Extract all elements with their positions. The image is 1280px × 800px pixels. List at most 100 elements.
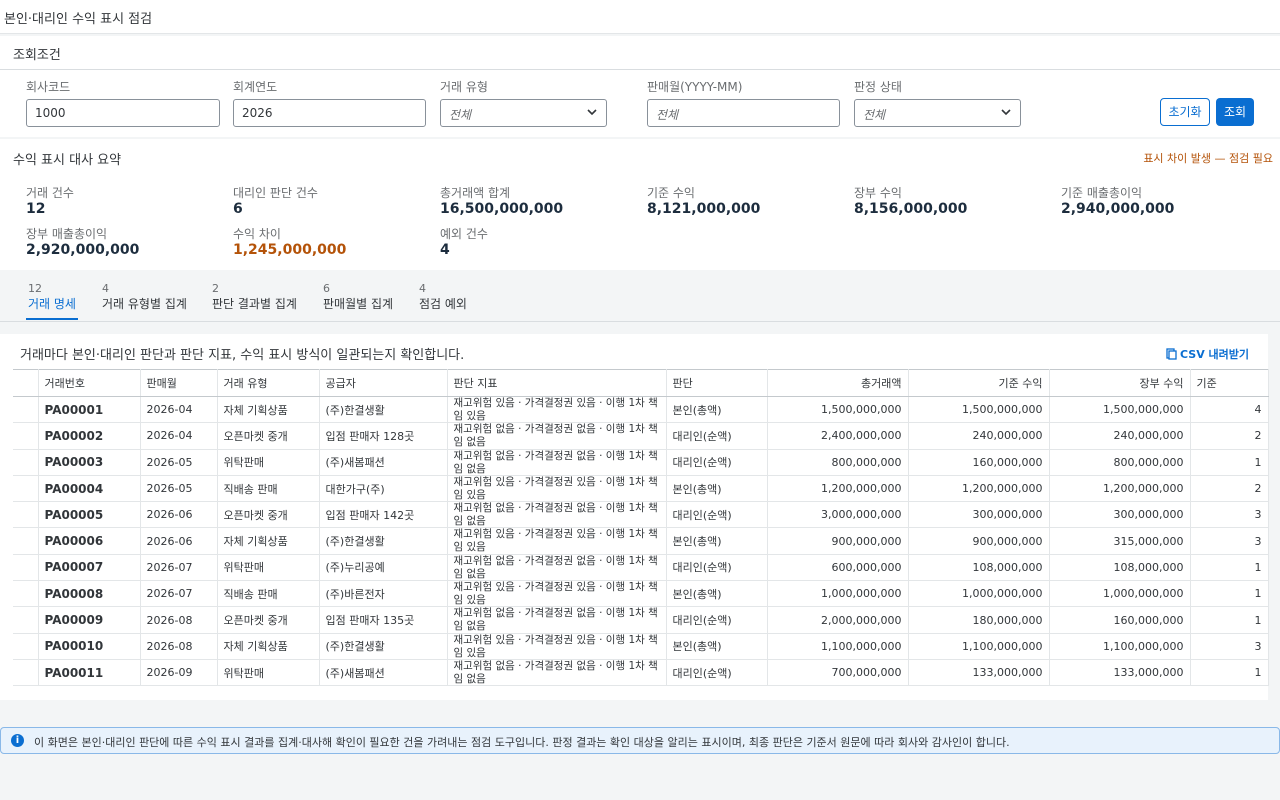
row-select-cell[interactable] [13, 501, 39, 529]
indicator-text: 재고위험 있음 · 가격결정권 있음 · 이행 1차 책임 있음 [453, 581, 658, 607]
column-header[interactable]: 기준 [1190, 369, 1269, 397]
table-cell: 대한가구(주) [319, 475, 448, 503]
tab-count: 4 [102, 282, 109, 295]
indicator-text: 재고위험 없음 · 가격결정권 없음 · 이행 1차 책임 없음 [453, 502, 658, 528]
table-cell: PA00007 [38, 554, 141, 582]
kpi-label: 수익 차이 [233, 227, 281, 241]
indicator-text: 재고위험 없음 · 가격결정권 없음 · 이행 1차 책임 없음 [453, 423, 658, 449]
row-select-cell[interactable] [13, 606, 39, 634]
table-cell: 오픈마켓 중개 [217, 606, 320, 634]
table-cell: 1,500,000,000 [1049, 396, 1191, 424]
table-row[interactable]: PA00009 2026-08 오픈마켓 중개 입점 판매자 135곳 재고위험 없음 … [13, 606, 1269, 634]
tab-exceptions[interactable]: 4 점검 예외 [419, 282, 467, 312]
table-cell: 2026-08 [140, 606, 218, 634]
chevron-down-icon [1000, 106, 1012, 121]
row-select-cell[interactable] [13, 422, 39, 450]
table-cell: PA00004 [38, 475, 141, 503]
tab-deal-details[interactable]: 12 거래 명세 [28, 282, 76, 312]
table-cell: 본인(총액) [666, 475, 768, 503]
sales-month-label: 판매월(YYYY-MM) [647, 80, 743, 94]
indicator-text: 재고위험 없음 · 가격결정권 없음 · 이행 1차 책임 없음 [453, 554, 658, 580]
table-row[interactable]: PA00005 2026-06 오픈마켓 중개 입점 판매자 142곳 재고위험 없음 … [13, 501, 1269, 529]
table-cell: 1,100,000,000 [767, 633, 909, 660]
company-code-input[interactable]: 1000 [26, 99, 220, 127]
table-cell: 대리인(순액) [666, 449, 768, 476]
row-select-cell[interactable] [13, 580, 39, 608]
row-select-cell[interactable] [13, 633, 39, 660]
table-cell: 오픈마켓 중개 [217, 501, 320, 529]
table-cell: 1 [1190, 554, 1269, 582]
row-select-cell[interactable] [13, 396, 39, 424]
table-cell: 대리인(순액) [666, 422, 768, 450]
table-cell: 자체 기획상품 [217, 396, 320, 424]
indicator-text: 재고위험 있음 · 가격결정권 있음 · 이행 1차 책임 있음 [453, 528, 658, 554]
column-header[interactable]: 공급자 [319, 369, 448, 397]
row-select-header[interactable] [13, 369, 39, 397]
table-row[interactable]: PA00007 2026-07 위탁판매 (주)누리공예 재고위험 없음 · 가격결정권… [13, 554, 1269, 582]
kpi-label: 장부 수익 [854, 186, 902, 200]
kpi-standard-gross-margin: 기준 매출총이익 2,940,000,000 [1061, 184, 1174, 217]
kpi-value: 2,920,000,000 [26, 242, 140, 258]
kpi-agent-count: 대리인 판단 건수 6 [233, 184, 318, 217]
table-cell: 재고위험 없음 · 가격결정권 없음 · 이행 1차 책임 없음 [447, 606, 667, 634]
table-row[interactable]: PA00002 2026-04 오픈마켓 중개 입점 판매자 128곳 재고위험 없음 … [13, 422, 1269, 450]
fiscal-year-label: 회계연도 [233, 80, 278, 94]
table-row[interactable]: PA00003 2026-05 위탁판매 (주)새봄패션 재고위험 없음 · 가격결정권… [13, 449, 1269, 476]
table-cell: 2026-06 [140, 527, 218, 555]
column-header[interactable]: 판매월 [140, 369, 218, 397]
tab-by-deal-type[interactable]: 4 거래 유형별 집계 [102, 282, 187, 312]
row-select-cell[interactable] [13, 449, 39, 476]
table-row[interactable]: PA00001 2026-04 자체 기획상품 (주)한결생활 재고위험 있음 · 가격… [13, 396, 1269, 424]
table-cell: 108,000,000 [908, 554, 1050, 582]
column-header[interactable]: 기준 수익 [908, 369, 1050, 397]
deal-type-select[interactable]: 전체 [440, 99, 607, 127]
row-select-cell[interactable] [13, 659, 39, 687]
tab-label: 거래 명세 [28, 297, 76, 311]
decision-status-select[interactable]: 전체 [854, 99, 1021, 127]
table-cell: 1,000,000,000 [1049, 580, 1191, 608]
decision-status-label: 판정 상태 [854, 80, 902, 94]
table-cell: (주)한결생활 [319, 527, 448, 555]
table-cell: PA00010 [38, 633, 141, 660]
table-cell: 1,500,000,000 [767, 396, 909, 424]
sales-month-input[interactable]: 전체 [647, 99, 840, 127]
column-header[interactable]: 판단 [666, 369, 768, 397]
column-header[interactable]: 장부 수익 [1049, 369, 1191, 397]
table-row[interactable]: PA00010 2026-08 자체 기획상품 (주)한결생활 재고위험 있음 · 가격… [13, 633, 1269, 660]
table-cell: (주)누리공예 [319, 554, 448, 582]
table-cell: 재고위험 있음 · 가격결정권 있음 · 이행 1차 책임 있음 [447, 396, 667, 424]
info-message: 이 화면은 본인·대리인 판단에 따른 수익 표시 결과를 집계·대사해 확인이… [34, 736, 1010, 749]
row-select-cell[interactable] [13, 475, 39, 503]
table-cell: 700,000,000 [767, 659, 909, 687]
table-row[interactable]: PA00004 2026-05 직배송 판매 대한가구(주) 재고위험 있음 · 가격결… [13, 475, 1269, 503]
tab-by-sales-month[interactable]: 6 판매월별 집계 [323, 282, 393, 312]
table-row[interactable]: PA00008 2026-07 직배송 판매 (주)바른전자 재고위험 있음 · 가격결… [13, 580, 1269, 608]
table-cell: 300,000,000 [1049, 501, 1191, 529]
table-cell: 대리인(순액) [666, 606, 768, 634]
reset-button[interactable]: 초기화 [1160, 98, 1210, 126]
indicator-text: 재고위험 있음 · 가격결정권 있음 · 이행 1차 책임 있음 [453, 475, 658, 501]
table-cell: 2026-05 [140, 449, 218, 476]
info-message-strip: i 이 화면은 본인·대리인 판단에 따른 수익 표시 결과를 집계·대사해 확… [0, 727, 1280, 754]
table-row[interactable]: PA00006 2026-06 자체 기획상품 (주)한결생활 재고위험 있음 · 가격… [13, 527, 1269, 555]
fiscal-year-input[interactable]: 2026 [233, 99, 426, 127]
tab-label: 판매월별 집계 [323, 297, 394, 311]
table-cell: 직배송 판매 [217, 475, 320, 503]
column-header[interactable]: 총거래액 [767, 369, 909, 397]
column-header[interactable]: 거래 유형 [217, 369, 320, 397]
tab-selected-indicator [26, 318, 78, 320]
column-header[interactable]: 판단 지표 [447, 369, 667, 397]
row-select-cell[interactable] [13, 527, 39, 555]
table-row[interactable]: PA00011 2026-09 위탁판매 (주)새봄패션 재고위험 없음 · 가격결정권… [13, 659, 1269, 687]
search-button[interactable]: 조회 [1216, 98, 1254, 126]
filter-panel-title: 조회조건 [13, 48, 61, 63]
kpi-book-gross-margin: 장부 매출총이익 2,920,000,000 [26, 225, 139, 258]
kpi-label: 총거래액 합계 [440, 186, 511, 200]
column-header[interactable]: 거래번호 [38, 369, 141, 397]
tab-by-decision[interactable]: 2 판단 결과별 집계 [212, 282, 297, 312]
table-description: 거래마다 본인·대리인 판단과 판단 지표, 수익 표시 방식이 일관되는지 확… [20, 348, 465, 363]
table-cell: 본인(총액) [666, 527, 768, 555]
row-select-cell[interactable] [13, 554, 39, 582]
table-cell: PA00011 [38, 659, 141, 687]
csv-download-button[interactable]: CSV 내려받기 [1165, 346, 1249, 363]
